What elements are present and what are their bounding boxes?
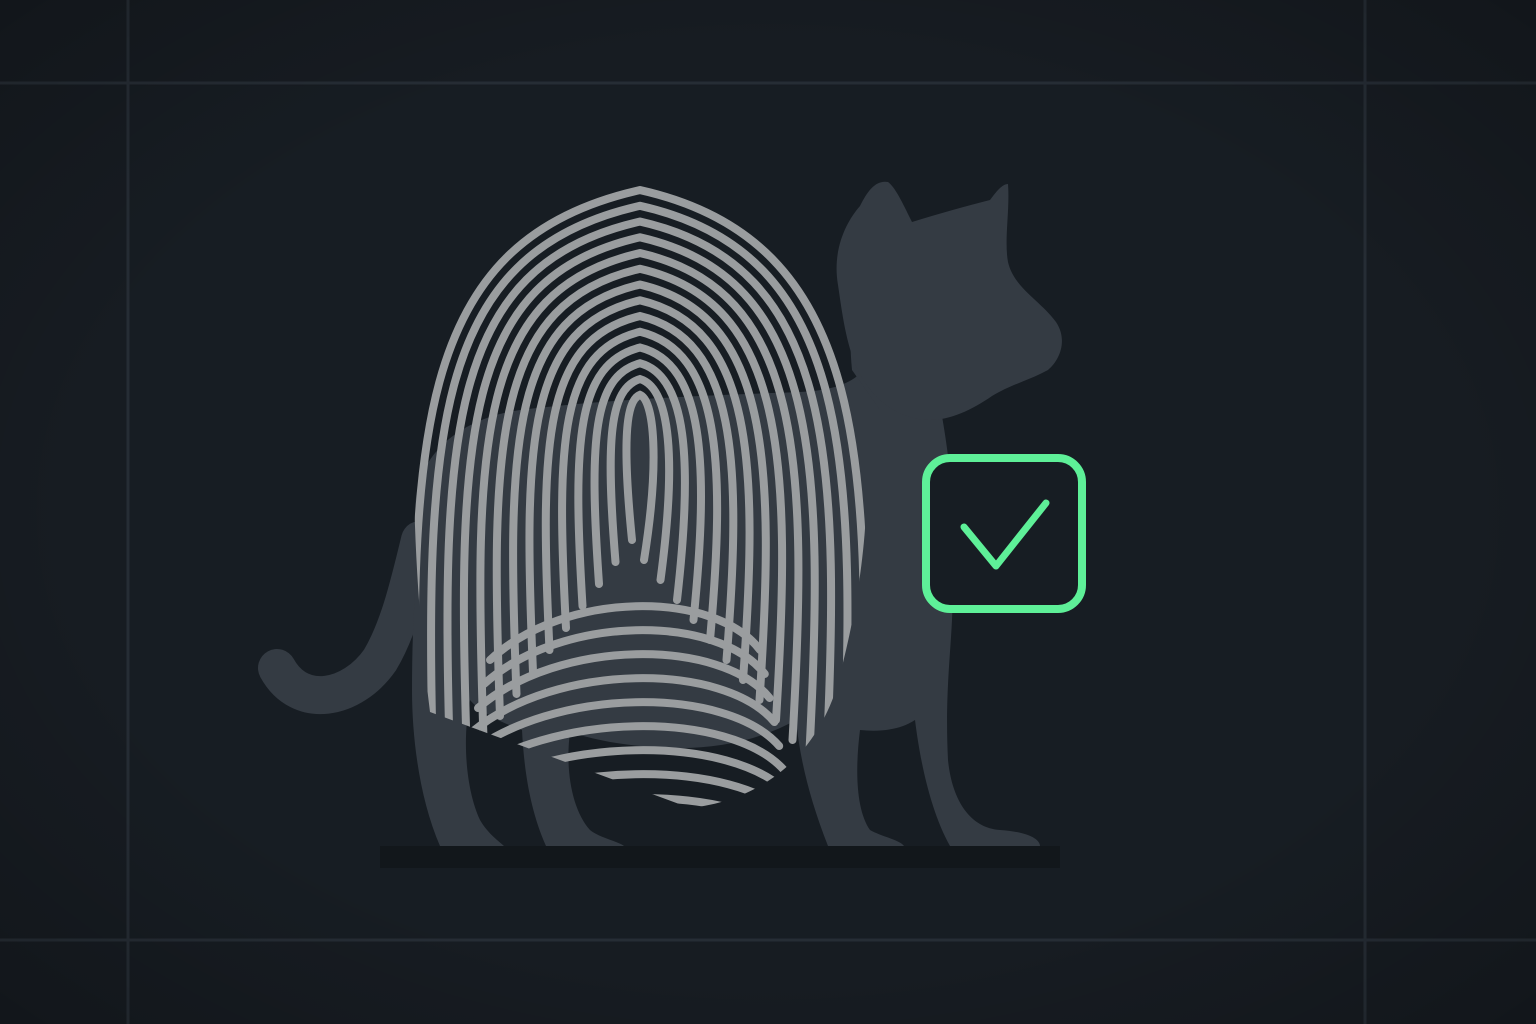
illustration-canvas xyxy=(0,0,1536,1024)
illustration-svg xyxy=(0,0,1536,1024)
vignette-overlay xyxy=(0,0,1536,1024)
